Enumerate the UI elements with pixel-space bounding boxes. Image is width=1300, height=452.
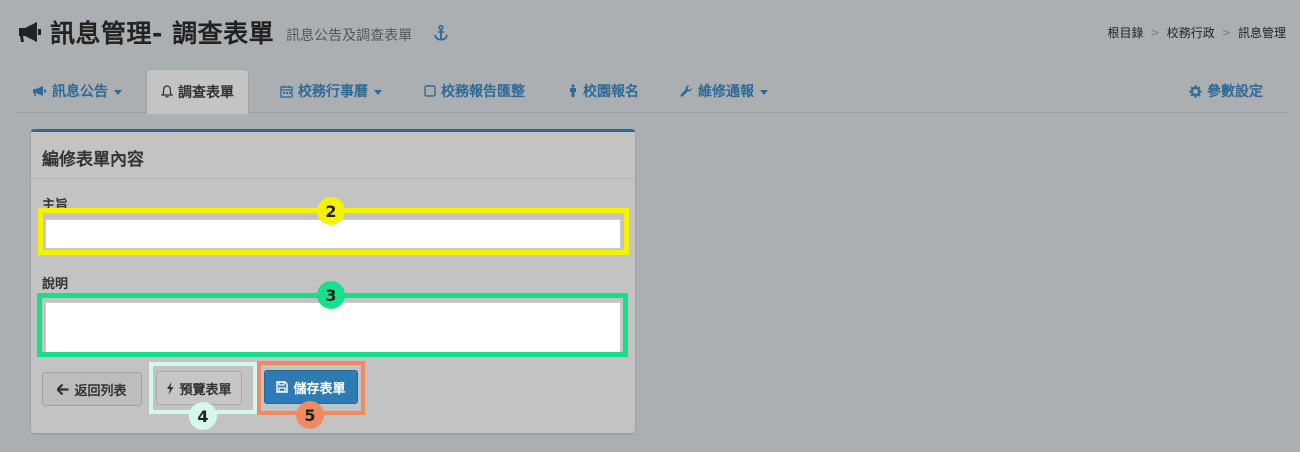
breadcrumb-separator: > [1150, 26, 1160, 39]
tab-label: 調查表單 [178, 84, 234, 101]
megaphone-icon [32, 85, 47, 97]
marker-4: 4 [189, 402, 217, 430]
breadcrumb: 根目錄 > 校務行政 > 訊息管理 [1108, 24, 1286, 41]
back-label: 返回列表 [74, 383, 127, 399]
chevron-down-icon [114, 89, 122, 95]
tab-label: 校務行事曆 [298, 84, 368, 100]
marker-3: 3 [317, 281, 345, 309]
tab-calendar[interactable]: 校務行事曆 [280, 69, 382, 113]
anchor-icon[interactable] [434, 24, 448, 45]
tab-settings[interactable]: 參數設定 [1189, 69, 1263, 113]
tab-label: 參數設定 [1207, 84, 1263, 100]
chevron-down-icon [760, 89, 768, 95]
page-subtitle: 訊息公告及調查表單 [286, 28, 413, 44]
panel-divider [31, 178, 635, 179]
tab-school-reports[interactable]: 校務報告匯整 [424, 69, 525, 113]
tab-label: 維修通報 [698, 84, 754, 100]
wrench-icon [680, 84, 693, 98]
panel-title: 編修表單內容 [42, 150, 144, 170]
tab-surveys[interactable]: 調查表單 [146, 69, 249, 114]
chevron-down-icon [374, 89, 382, 95]
marker-2: 2 [317, 197, 345, 225]
calendar-icon [280, 85, 293, 98]
breadcrumb-item-admin[interactable]: 校務行政 [1167, 24, 1215, 41]
arrow-left-icon [57, 383, 69, 395]
bell-icon [161, 85, 173, 98]
signup-icon [568, 84, 578, 98]
megaphone-icon [19, 22, 41, 42]
gear-icon [1189, 84, 1202, 98]
tab-label: 校務報告匯整 [441, 84, 525, 100]
breadcrumb-separator: > [1221, 26, 1231, 39]
marker-5: 5 [296, 401, 324, 429]
back-to-list-button[interactable]: 返回列表 [42, 372, 142, 406]
description-label: 說明 [42, 277, 69, 292]
tab-announcements[interactable]: 訊息公告 [32, 69, 122, 113]
breadcrumb-item-messages: 訊息管理 [1237, 26, 1286, 40]
page-title: 訊息管理- 調查表單 [50, 19, 275, 48]
tab-label: 訊息公告 [52, 84, 108, 100]
square-icon [424, 85, 436, 97]
nav-tabs: 訊息公告 調查表單 校務行事曆 校務報告匯整 校園報名 維修通報 參數設定 [16, 69, 1286, 114]
page-header: 訊息管理- 調查表單 訊息公告及調查表單 [16, 14, 448, 50]
tab-label: 校園報名 [583, 84, 639, 100]
tab-repairs[interactable]: 維修通報 [680, 69, 768, 113]
tab-registration[interactable]: 校園報名 [568, 69, 639, 113]
breadcrumb-item-root[interactable]: 根目錄 [1108, 24, 1144, 41]
